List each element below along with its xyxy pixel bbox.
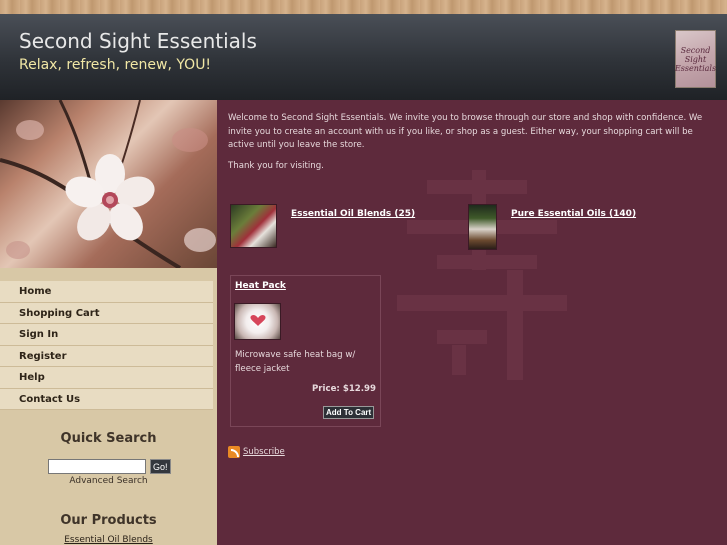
nav-shopping-cart[interactable]: Shopping Cart	[0, 302, 213, 324]
main-nav: Home Shopping Cart Sign In Register Help…	[0, 281, 213, 410]
category-thumb-blends[interactable]	[230, 204, 277, 248]
site-tagline: Relax, refresh, renew, YOU!	[19, 57, 212, 73]
logo-text-2: Sight	[684, 54, 707, 64]
site-title[interactable]: Second Sight Essentials	[19, 29, 257, 53]
category-link-pure-oils[interactable]: Pure Essential Oils (140)	[511, 209, 636, 250]
thanks-text: Thank you for visiting.	[228, 161, 324, 171]
nav-register[interactable]: Register	[0, 345, 213, 367]
quick-search-go-button[interactable]: Go!	[150, 459, 171, 474]
nav-contact-us[interactable]: Contact Us	[0, 388, 213, 410]
top-wood-strip	[0, 0, 727, 14]
quick-search-form: Go!	[48, 459, 171, 475]
site-header: Second Sight Essentials Relax, refresh, …	[0, 14, 727, 100]
subscribe-link[interactable]: Subscribe	[243, 447, 285, 457]
products-link-essential-oil-blends[interactable]: Essential Oil Blends	[0, 535, 217, 545]
add-to-cart-button[interactable]: Add To Cart	[323, 406, 375, 419]
category-essential-oil-blends[interactable]: Essential Oil Blends (25)	[230, 204, 415, 248]
logo-text-3: Essentials	[674, 63, 717, 73]
product-image-heat-pack[interactable]	[234, 303, 281, 340]
product-description: Microwave safe heat bag w/ fleece jacket	[235, 350, 356, 374]
left-sidebar: Home Shopping Cart Sign In Register Help…	[0, 100, 217, 545]
logo-image[interactable]: Second Sight Essentials	[675, 30, 716, 88]
nav-help[interactable]: Help	[0, 367, 213, 389]
category-pure-essential-oils[interactable]: Pure Essential Oils (140)	[468, 204, 636, 250]
category-thumb-pure-oils[interactable]	[468, 204, 497, 250]
product-price: Price: $12.99	[312, 384, 376, 394]
main-content: Welcome to Second Sight Essentials. We i…	[217, 100, 727, 545]
advanced-search-link[interactable]: Advanced Search	[0, 476, 217, 486]
logo-text-1: Second	[680, 45, 711, 55]
product-card-heat-pack: Heat Pack Microwave safe heat bag w/ fle…	[230, 275, 381, 427]
nav-sign-in[interactable]: Sign In	[0, 324, 213, 346]
category-link-blends[interactable]: Essential Oil Blends (25)	[291, 209, 415, 248]
rss-icon[interactable]	[228, 446, 240, 458]
subscribe-row[interactable]: Subscribe	[228, 446, 285, 458]
quick-search-title: Quick Search	[60, 431, 157, 446]
product-name-link[interactable]: Heat Pack	[235, 281, 286, 291]
quick-search-input[interactable]	[48, 459, 146, 474]
our-products-title: Our Products	[60, 513, 157, 528]
nav-home[interactable]: Home	[0, 281, 213, 303]
kanji-watermark	[397, 170, 567, 380]
blossom-hero-image	[0, 100, 217, 268]
welcome-text: Welcome to Second Sight Essentials. We i…	[228, 113, 703, 150]
